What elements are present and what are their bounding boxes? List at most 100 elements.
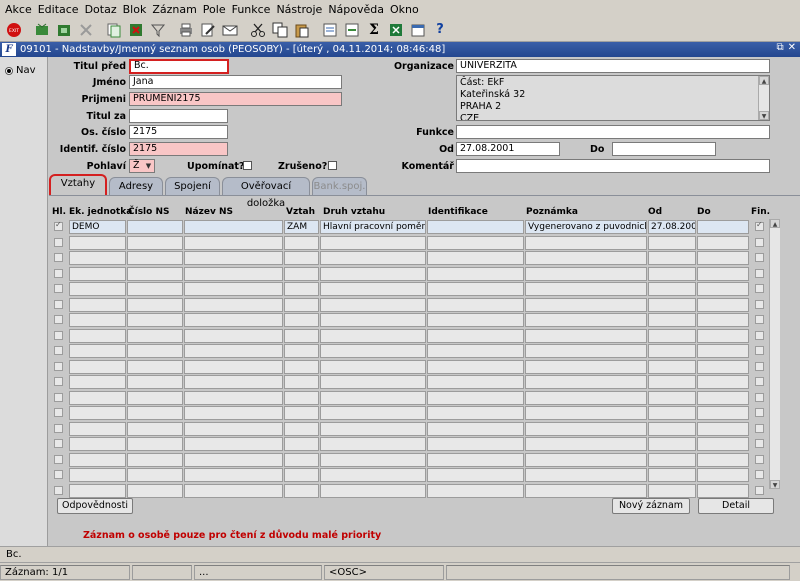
- grid-cell-od[interactable]: [648, 344, 696, 358]
- grid-cell-ident[interactable]: [427, 328, 524, 343]
- fin-checkbox[interactable]: [755, 237, 764, 247]
- grid-cell-pozn[interactable]: [525, 406, 647, 420]
- grid-cell-ident[interactable]: [427, 390, 524, 405]
- grid-cell-nazev[interactable]: [184, 468, 283, 482]
- hl-checkbox[interactable]: [54, 454, 63, 464]
- grid-cell-pozn[interactable]: Vygenerovano z puvodnich dat: [525, 220, 647, 234]
- grid-cell-ident[interactable]: [427, 313, 524, 327]
- grid-cell-ident[interactable]: [427, 220, 524, 234]
- restore-icon[interactable]: ⧉: [776, 42, 783, 53]
- grid-cell-nazev[interactable]: [184, 406, 283, 420]
- edit-icon[interactable]: [198, 20, 218, 40]
- hl-checkbox[interactable]: [54, 423, 63, 433]
- grid-cell-pozn[interactable]: [525, 437, 647, 451]
- grid-cell-vztah[interactable]: [284, 235, 319, 250]
- grid-cell-do[interactable]: [697, 344, 749, 358]
- grid-cell-pozn[interactable]: [525, 344, 647, 358]
- hl-checkbox[interactable]: [54, 315, 63, 324]
- query-icon[interactable]: [320, 20, 340, 40]
- komentar-field[interactable]: [456, 159, 770, 173]
- grid-cell-druh[interactable]: [320, 344, 426, 358]
- grid-cell-cislo[interactable]: [127, 437, 183, 451]
- grid-cell-ek[interactable]: [69, 452, 126, 467]
- tab-adresy[interactable]: Adresy: [109, 177, 163, 195]
- grid-cell-nazev[interactable]: [184, 375, 283, 389]
- organizace-field[interactable]: UNIVERZITA: [456, 59, 770, 73]
- grid-cell-do[interactable]: [697, 437, 749, 451]
- scroll-up-icon[interactable]: ▲: [759, 76, 769, 85]
- grid-cell-druh[interactable]: [320, 235, 426, 250]
- titul-za-field[interactable]: [129, 109, 228, 123]
- grid-cell-ident[interactable]: [427, 344, 524, 358]
- grid-cell-do[interactable]: [697, 390, 749, 405]
- grid-cell-ident[interactable]: [427, 251, 524, 265]
- grid-cell-pozn[interactable]: [525, 375, 647, 389]
- grid-cell-ek[interactable]: [69, 266, 126, 281]
- grid-cell-od[interactable]: [648, 406, 696, 420]
- grid-cell-do[interactable]: [697, 297, 749, 312]
- scroll-down-icon[interactable]: ▼: [759, 111, 769, 120]
- fin-checkbox[interactable]: [755, 439, 764, 448]
- grid-cell-cislo[interactable]: [127, 328, 183, 343]
- grid-cell-ident[interactable]: [427, 421, 524, 436]
- grid-cell-do[interactable]: [697, 359, 749, 374]
- grid-cell-druh[interactable]: [320, 313, 426, 327]
- fin-checkbox[interactable]: [755, 454, 764, 464]
- grid-cell-druh[interactable]: [320, 390, 426, 405]
- grid-cell-druh[interactable]: Hlavní pracovní poměr: [320, 220, 426, 234]
- grid-cell-od[interactable]: [648, 421, 696, 436]
- grid-cell-ident[interactable]: [427, 483, 524, 498]
- hl-checkbox[interactable]: [54, 220, 63, 231]
- help-icon[interactable]: ?: [430, 20, 450, 40]
- hl-checkbox[interactable]: [54, 408, 63, 417]
- grid-cell-vztah[interactable]: [284, 437, 319, 451]
- grid-cell-vztah[interactable]: [284, 452, 319, 467]
- grid-cell-vztah[interactable]: [284, 328, 319, 343]
- calendar-icon[interactable]: [408, 20, 428, 40]
- hl-checkbox[interactable]: [54, 268, 63, 278]
- grid-cell-cislo[interactable]: [127, 390, 183, 405]
- grid-cell-ek[interactable]: [69, 390, 126, 405]
- hl-checkbox[interactable]: [54, 392, 63, 402]
- menu-nastroje[interactable]: Nástroje: [274, 3, 326, 16]
- grid-cell-ident[interactable]: [427, 375, 524, 389]
- menu-zaznam[interactable]: Záznam: [150, 3, 200, 16]
- grid-cell-pozn[interactable]: [525, 251, 647, 265]
- grid-cell-nazev[interactable]: [184, 313, 283, 327]
- funkce-field[interactable]: [456, 125, 770, 139]
- grid-cell-cislo[interactable]: [127, 375, 183, 389]
- grid-cell-druh[interactable]: [320, 359, 426, 374]
- zruseno-checkbox[interactable]: [328, 161, 337, 170]
- menu-blok[interactable]: Blok: [121, 3, 151, 16]
- fin-checkbox[interactable]: [755, 284, 764, 293]
- filter-icon[interactable]: [148, 20, 168, 40]
- grid-cell-druh[interactable]: [320, 406, 426, 420]
- grid-cell-ident[interactable]: [427, 437, 524, 451]
- grid-cell-do[interactable]: [697, 375, 749, 389]
- grid-cell-druh[interactable]: [320, 266, 426, 281]
- menu-akce[interactable]: Akce: [3, 3, 36, 16]
- grid-cell-vztah[interactable]: [284, 282, 319, 296]
- menu-napoveda[interactable]: Nápověda: [326, 3, 388, 16]
- grid-cell-ident[interactable]: [427, 297, 524, 312]
- fin-checkbox[interactable]: [755, 346, 764, 355]
- grid-cell-od[interactable]: [648, 235, 696, 250]
- fin-checkbox[interactable]: [755, 392, 764, 402]
- grid-cell-cislo[interactable]: [127, 235, 183, 250]
- save-icon[interactable]: [32, 20, 52, 40]
- fin-checkbox[interactable]: [755, 408, 764, 417]
- fin-checkbox[interactable]: [755, 299, 764, 309]
- grid-cell-ident[interactable]: [427, 359, 524, 374]
- grid-cell-pozn[interactable]: [525, 359, 647, 374]
- print-icon[interactable]: [176, 20, 196, 40]
- mail-icon[interactable]: [220, 20, 240, 40]
- adresa-scrollbar[interactable]: ▲ ▼: [758, 76, 769, 120]
- grid-cell-pozn[interactable]: [525, 468, 647, 482]
- grid-cell-nazev[interactable]: [184, 421, 283, 436]
- menu-pole[interactable]: Pole: [201, 3, 230, 16]
- grid-cell-druh[interactable]: [320, 328, 426, 343]
- grid-cell-ek[interactable]: [69, 483, 126, 498]
- paste-icon[interactable]: [292, 20, 312, 40]
- grid-cell-nazev[interactable]: [184, 437, 283, 451]
- grid-cell-vztah[interactable]: [284, 483, 319, 498]
